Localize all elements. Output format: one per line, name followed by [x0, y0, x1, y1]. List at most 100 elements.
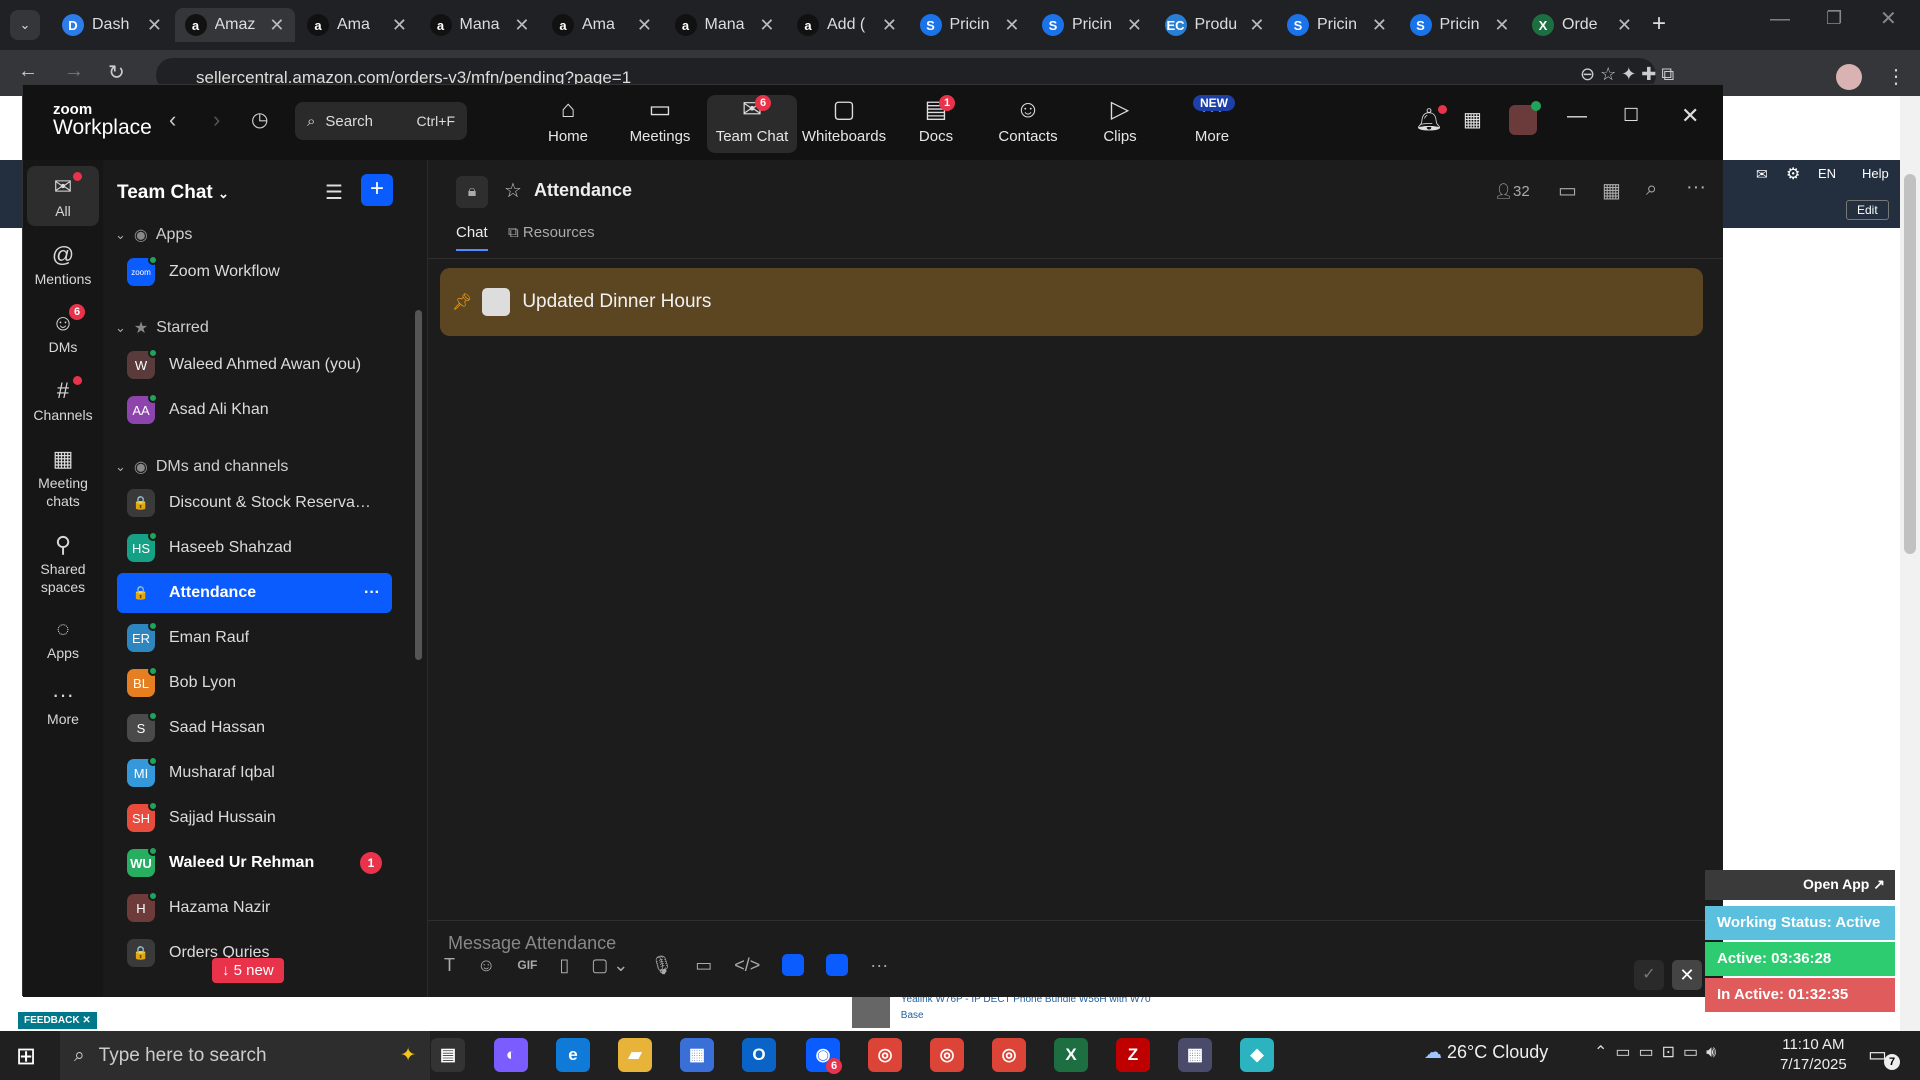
user-avatar[interactable]: [1509, 101, 1541, 135]
tab-resources[interactable]: ⧉ Resources: [508, 224, 595, 241]
video-clip-icon[interactable]: ▭: [695, 955, 712, 976]
rail-apps[interactable]: ◌ Apps: [27, 608, 99, 668]
tab-chat[interactable]: Chat: [456, 224, 488, 251]
format-text-icon[interactable]: T: [444, 955, 455, 976]
browser-tab[interactable]: S Pricin ✕: [1032, 8, 1152, 42]
notifications-icon[interactable]: 🔔︎: [1415, 105, 1447, 133]
tab-close-icon[interactable]: ✕: [882, 15, 897, 36]
nav-docs[interactable]: ▤ Docs 1: [891, 95, 981, 153]
history-icon[interactable]: ◷: [251, 107, 268, 132]
chat-item[interactable]: 🔒 Attendance ···: [117, 573, 392, 613]
open-app-link[interactable]: Open App ↗: [1705, 870, 1895, 900]
outlook-icon[interactable]: O: [742, 1038, 776, 1072]
excel-icon[interactable]: X: [1054, 1038, 1088, 1072]
filezilla-icon[interactable]: Z: [1116, 1038, 1150, 1072]
chat-item[interactable]: S Saad Hassan: [117, 708, 392, 748]
nav-whiteboards[interactable]: ▢ Whiteboards: [799, 95, 889, 153]
chat-item[interactable]: WU Waleed Ur Rehman 1: [117, 843, 392, 883]
cancel-button[interactable]: ✕: [1672, 960, 1702, 990]
browser-tab[interactable]: S Pricin ✕: [1277, 8, 1397, 42]
tab-close-icon[interactable]: ✕: [1617, 15, 1632, 36]
new-tab-button[interactable]: +: [1652, 10, 1666, 38]
tab-close-icon[interactable]: ✕: [637, 15, 652, 36]
profile-avatar[interactable]: [1836, 64, 1862, 90]
chrome-icon[interactable]: ◎: [868, 1038, 902, 1072]
copilot-app-icon[interactable]: ◐: [494, 1038, 528, 1072]
clock[interactable]: 11:10 AM 7/17/2025: [1780, 1035, 1847, 1075]
language-selector[interactable]: EN: [1818, 166, 1836, 181]
star-icon[interactable]: ☆: [504, 178, 522, 203]
chat-item[interactable]: ER Eman Rauf: [117, 618, 392, 658]
mail-icon[interactable]: ✉: [1756, 166, 1768, 183]
rail-dms[interactable]: ☺ DMs 6: [27, 302, 99, 362]
chat-item[interactable]: W Waleed Ahmed Awan (you): [117, 345, 392, 385]
rail-all[interactable]: ✉ All: [27, 166, 99, 226]
back-icon[interactable]: ←: [18, 60, 38, 83]
chat-item[interactable]: AA Asad Ali Khan: [117, 390, 392, 430]
browser-tab[interactable]: a Ama ✕: [542, 8, 662, 42]
settings-icon[interactable]: ⚙: [1786, 164, 1800, 184]
more-options-icon[interactable]: ···: [364, 584, 380, 602]
reload-icon[interactable]: ↻: [108, 60, 125, 85]
browser-tab[interactable]: S Pricin ✕: [910, 8, 1030, 42]
extension-icons[interactable]: ⊖ ☆ ✦ ✚ ⧉: [1580, 64, 1674, 85]
file-explorer-icon[interactable]: ▰: [618, 1038, 652, 1072]
browser-tab[interactable]: a Mana ✕: [665, 8, 785, 42]
browser-tab[interactable]: a Amaz ✕: [174, 8, 295, 42]
back-icon[interactable]: ‹: [169, 107, 176, 133]
forward-icon[interactable]: ›: [213, 107, 220, 133]
help-link[interactable]: Help: [1862, 166, 1889, 181]
section-starred[interactable]: ⌄ ★ Starred: [115, 313, 209, 343]
app-icon[interactable]: ◆: [1240, 1038, 1274, 1072]
chrome-icon[interactable]: ◎: [992, 1038, 1026, 1072]
new-chat-button[interactable]: +: [361, 174, 393, 206]
code-icon[interactable]: </>: [734, 955, 760, 976]
screenshot-icon[interactable]: ▢ ⌄: [591, 955, 628, 976]
rail-shared-spaces[interactable]: ⚲ Shared spaces: [27, 524, 99, 602]
file-icon[interactable]: ▯: [559, 955, 569, 976]
more-icon[interactable]: ···: [870, 955, 888, 976]
new-messages-pill[interactable]: ↓ 5 new: [212, 958, 284, 983]
nav-team-chat[interactable]: ✉ Team Chat 6: [707, 95, 797, 153]
rail-meeting-chats[interactable]: ▦ Meeting chats: [27, 438, 99, 516]
tab-close-icon[interactable]: ✕: [759, 15, 774, 36]
close-button[interactable]: ✕: [1681, 103, 1699, 129]
browser-tab[interactable]: a Add (✕: [787, 8, 907, 42]
tray-icons[interactable]: ⌃▭▭⊡▭🔊︎: [1594, 1042, 1724, 1062]
browser-menu-icon[interactable]: ⋮: [1886, 64, 1906, 89]
chat-item[interactable]: BL Bob Lyon: [117, 663, 392, 703]
video-icon[interactable]: ▭: [1558, 178, 1577, 203]
rail-more[interactable]: ··· More: [27, 674, 99, 734]
page-scrollbar[interactable]: [1900, 96, 1920, 1031]
store-icon[interactable]: ▦: [680, 1038, 714, 1072]
nav-clips[interactable]: ▷ Clips: [1075, 95, 1165, 153]
send-button[interactable]: ✓: [1634, 960, 1664, 990]
nav-meetings[interactable]: ▭ Meetings: [615, 95, 705, 153]
sidebar-scrollbar[interactable]: [415, 310, 422, 660]
tab-close-icon[interactable]: ✕: [269, 15, 284, 36]
forward-icon[interactable]: →: [64, 60, 84, 83]
tab-close-icon[interactable]: ✕: [1004, 15, 1019, 36]
section-dms[interactable]: ⌄ ◉ DMs and channels: [115, 452, 288, 482]
audio-icon[interactable]: 🎙︎: [650, 955, 673, 976]
calendar-icon[interactable]: ▦: [1602, 178, 1621, 203]
tab-close-icon[interactable]: ✕: [1249, 15, 1264, 36]
more-options-icon[interactable]: ···: [1686, 176, 1706, 199]
members-button[interactable]: 👤︎32: [1494, 182, 1530, 200]
nav-more[interactable]: ···MoreNEW: [1167, 95, 1257, 153]
chrome-icon[interactable]: ◎: [930, 1038, 964, 1072]
search-input[interactable]: ⌕ Search Ctrl+F: [295, 102, 467, 140]
tab-close-icon[interactable]: ✕: [147, 15, 162, 36]
browser-tab[interactable]: S Pricin ✕: [1400, 8, 1520, 42]
tab-search-button[interactable]: ⌄: [10, 10, 40, 40]
browser-tab[interactable]: D Dash ✕: [52, 8, 172, 42]
rail-channels[interactable]: # Channels: [27, 370, 99, 430]
search-icon[interactable]: ⌕: [1646, 178, 1657, 201]
browser-tab[interactable]: X Orde ✕: [1522, 8, 1642, 42]
chat-item[interactable]: H Hazama Nazir: [117, 888, 392, 928]
rail-mentions[interactable]: @ Mentions: [27, 234, 99, 294]
taskbar-search[interactable]: ⌕ Type here to search ✦: [60, 1031, 430, 1080]
nav-home[interactable]: ⌂ Home: [523, 95, 613, 153]
restore-browser-button[interactable]: ❐: [1826, 8, 1842, 29]
pinned-message[interactable]: 📌︎ Updated Dinner Hours: [440, 268, 1703, 336]
